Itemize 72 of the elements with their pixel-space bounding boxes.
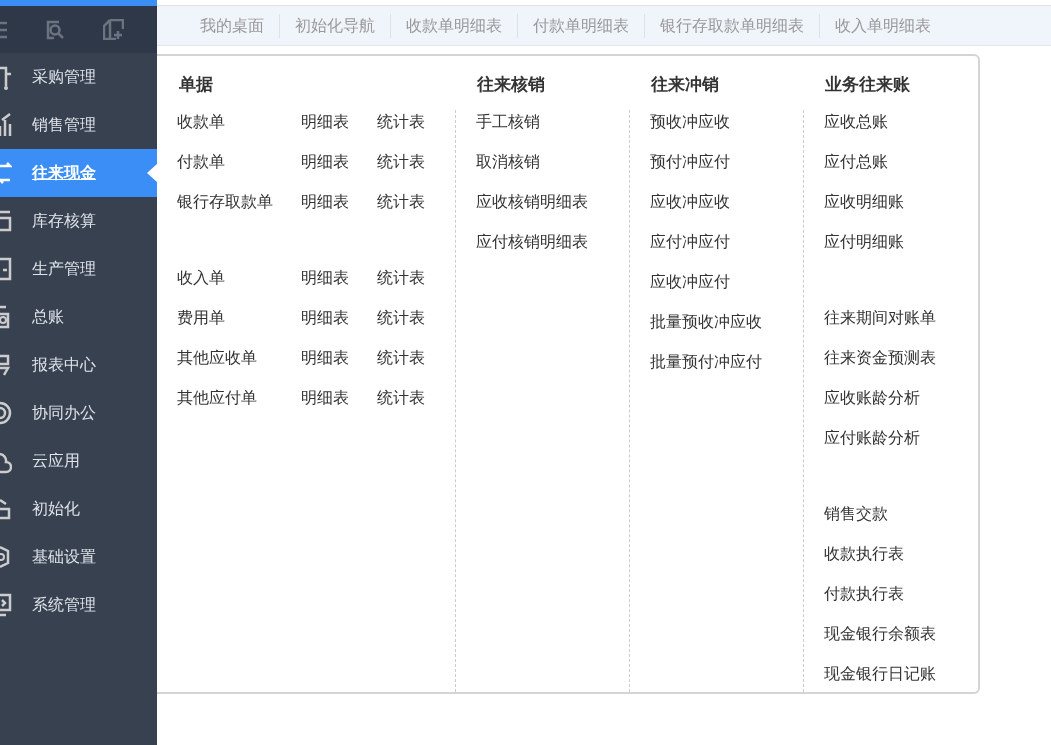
menu-link[interactable]: 应收核销明细表 [476, 182, 629, 222]
pointer-icon [147, 164, 157, 182]
menu-link[interactable]: 其他应付单 [177, 386, 301, 410]
monitor-icon [0, 592, 12, 618]
menu-link[interactable]: 销售交款 [824, 494, 978, 534]
sidebar-item[interactable]: 销售管理 [0, 101, 157, 149]
sidebar-item[interactable]: 基础设置 [0, 533, 157, 581]
menu-link[interactable]: 统计表 [377, 190, 425, 214]
menu-link[interactable]: 应付核销明细表 [476, 222, 629, 262]
menu-link[interactable]: 明细表 [301, 150, 377, 174]
menu-link[interactable]: 统计表 [377, 266, 425, 290]
menu-link[interactable]: 银行存取款单 [177, 190, 301, 214]
sidebar-item[interactable]: 库存核算 [0, 197, 157, 245]
menu-link[interactable]: 现金银行日记账 [824, 654, 978, 694]
sidebar-item[interactable]: 协同办公 [0, 389, 157, 437]
menu-link[interactable]: 明细表 [301, 266, 377, 290]
menu-link[interactable]: 应收账龄分析 [824, 378, 978, 418]
menu-link[interactable]: 其他应收单 [177, 346, 301, 370]
sidebar-item[interactable]: 报表中心 [0, 341, 157, 389]
menu-icon[interactable] [0, 19, 8, 40]
panel-icon [0, 256, 12, 282]
signal-icon [0, 400, 12, 426]
menu-link[interactable]: 统计表 [377, 306, 425, 330]
sidebar-item[interactable]: 系统管理 [0, 581, 157, 629]
menu-link[interactable]: 应付冲应付 [650, 222, 803, 262]
menu-link[interactable]: 应付明细账 [824, 222, 978, 262]
menu-link[interactable]: 付款单 [177, 150, 301, 174]
menu-link[interactable]: 预付冲应付 [650, 142, 803, 182]
sidebar-item[interactable]: 采购管理 [0, 53, 157, 101]
menu-link[interactable]: 明细表 [301, 190, 377, 214]
menu-link[interactable]: 批量预付冲应付 [650, 342, 803, 382]
menu-link[interactable]: 收入单 [177, 266, 301, 290]
menu-link[interactable]: 应付总账 [824, 142, 978, 182]
menu-link[interactable]: 收款单 [177, 110, 301, 134]
add-document-icon[interactable] [103, 19, 124, 40]
chart-icon [0, 112, 12, 138]
menu-link[interactable]: 明细表 [301, 386, 377, 410]
section-heading: 业务往来账 [824, 73, 911, 96]
menu-link[interactable]: 统计表 [377, 386, 425, 410]
sidebar-item[interactable]: 初始化 [0, 485, 157, 533]
menu-link[interactable]: 批量预收冲应收 [650, 302, 803, 342]
menu-link[interactable]: 预收冲应收 [650, 102, 803, 142]
gear-icon [0, 544, 12, 570]
menu-link[interactable]: 手工核销 [476, 102, 629, 142]
section-heading: 往来冲销 [650, 73, 720, 96]
section-heading: 往来核销 [476, 73, 546, 96]
menu-link[interactable]: 应收明细账 [824, 182, 978, 222]
exchange-icon [0, 160, 12, 186]
menu-link[interactable]: 统计表 [377, 346, 425, 370]
menu-link[interactable]: 统计表 [377, 150, 425, 174]
menu-link[interactable]: 统计表 [377, 110, 425, 134]
menu-link[interactable]: 应收总账 [824, 102, 978, 142]
menu-link[interactable]: 现金银行余额表 [824, 614, 978, 654]
menu-link[interactable]: 明细表 [301, 346, 377, 370]
sidebar-item[interactable]: 云应用 [0, 437, 157, 485]
sidebar-item[interactable]: 总账 [0, 293, 157, 341]
menu-link[interactable]: 往来资金预测表 [824, 338, 978, 378]
menu-link[interactable]: 付款执行表 [824, 574, 978, 614]
menu-link[interactable]: 取消核销 [476, 142, 629, 182]
menu-link[interactable]: 应付账龄分析 [824, 418, 978, 458]
report-icon [0, 352, 12, 378]
section-heading: 单据 [178, 73, 214, 96]
stack-icon [0, 208, 12, 234]
menu-link[interactable]: 收款执行表 [824, 534, 978, 574]
menu-link[interactable]: 应收冲应收 [650, 182, 803, 222]
menu-link[interactable]: 费用单 [177, 306, 301, 330]
menu-link[interactable]: 往来期间对账单 [824, 298, 978, 338]
menu-link[interactable]: 明细表 [301, 110, 377, 134]
menu-link[interactable]: 应收冲应付 [650, 262, 803, 302]
sidebar-item[interactable]: 生产管理 [0, 245, 157, 293]
search-icon[interactable] [45, 19, 65, 40]
menu-link[interactable]: 明细表 [301, 306, 377, 330]
